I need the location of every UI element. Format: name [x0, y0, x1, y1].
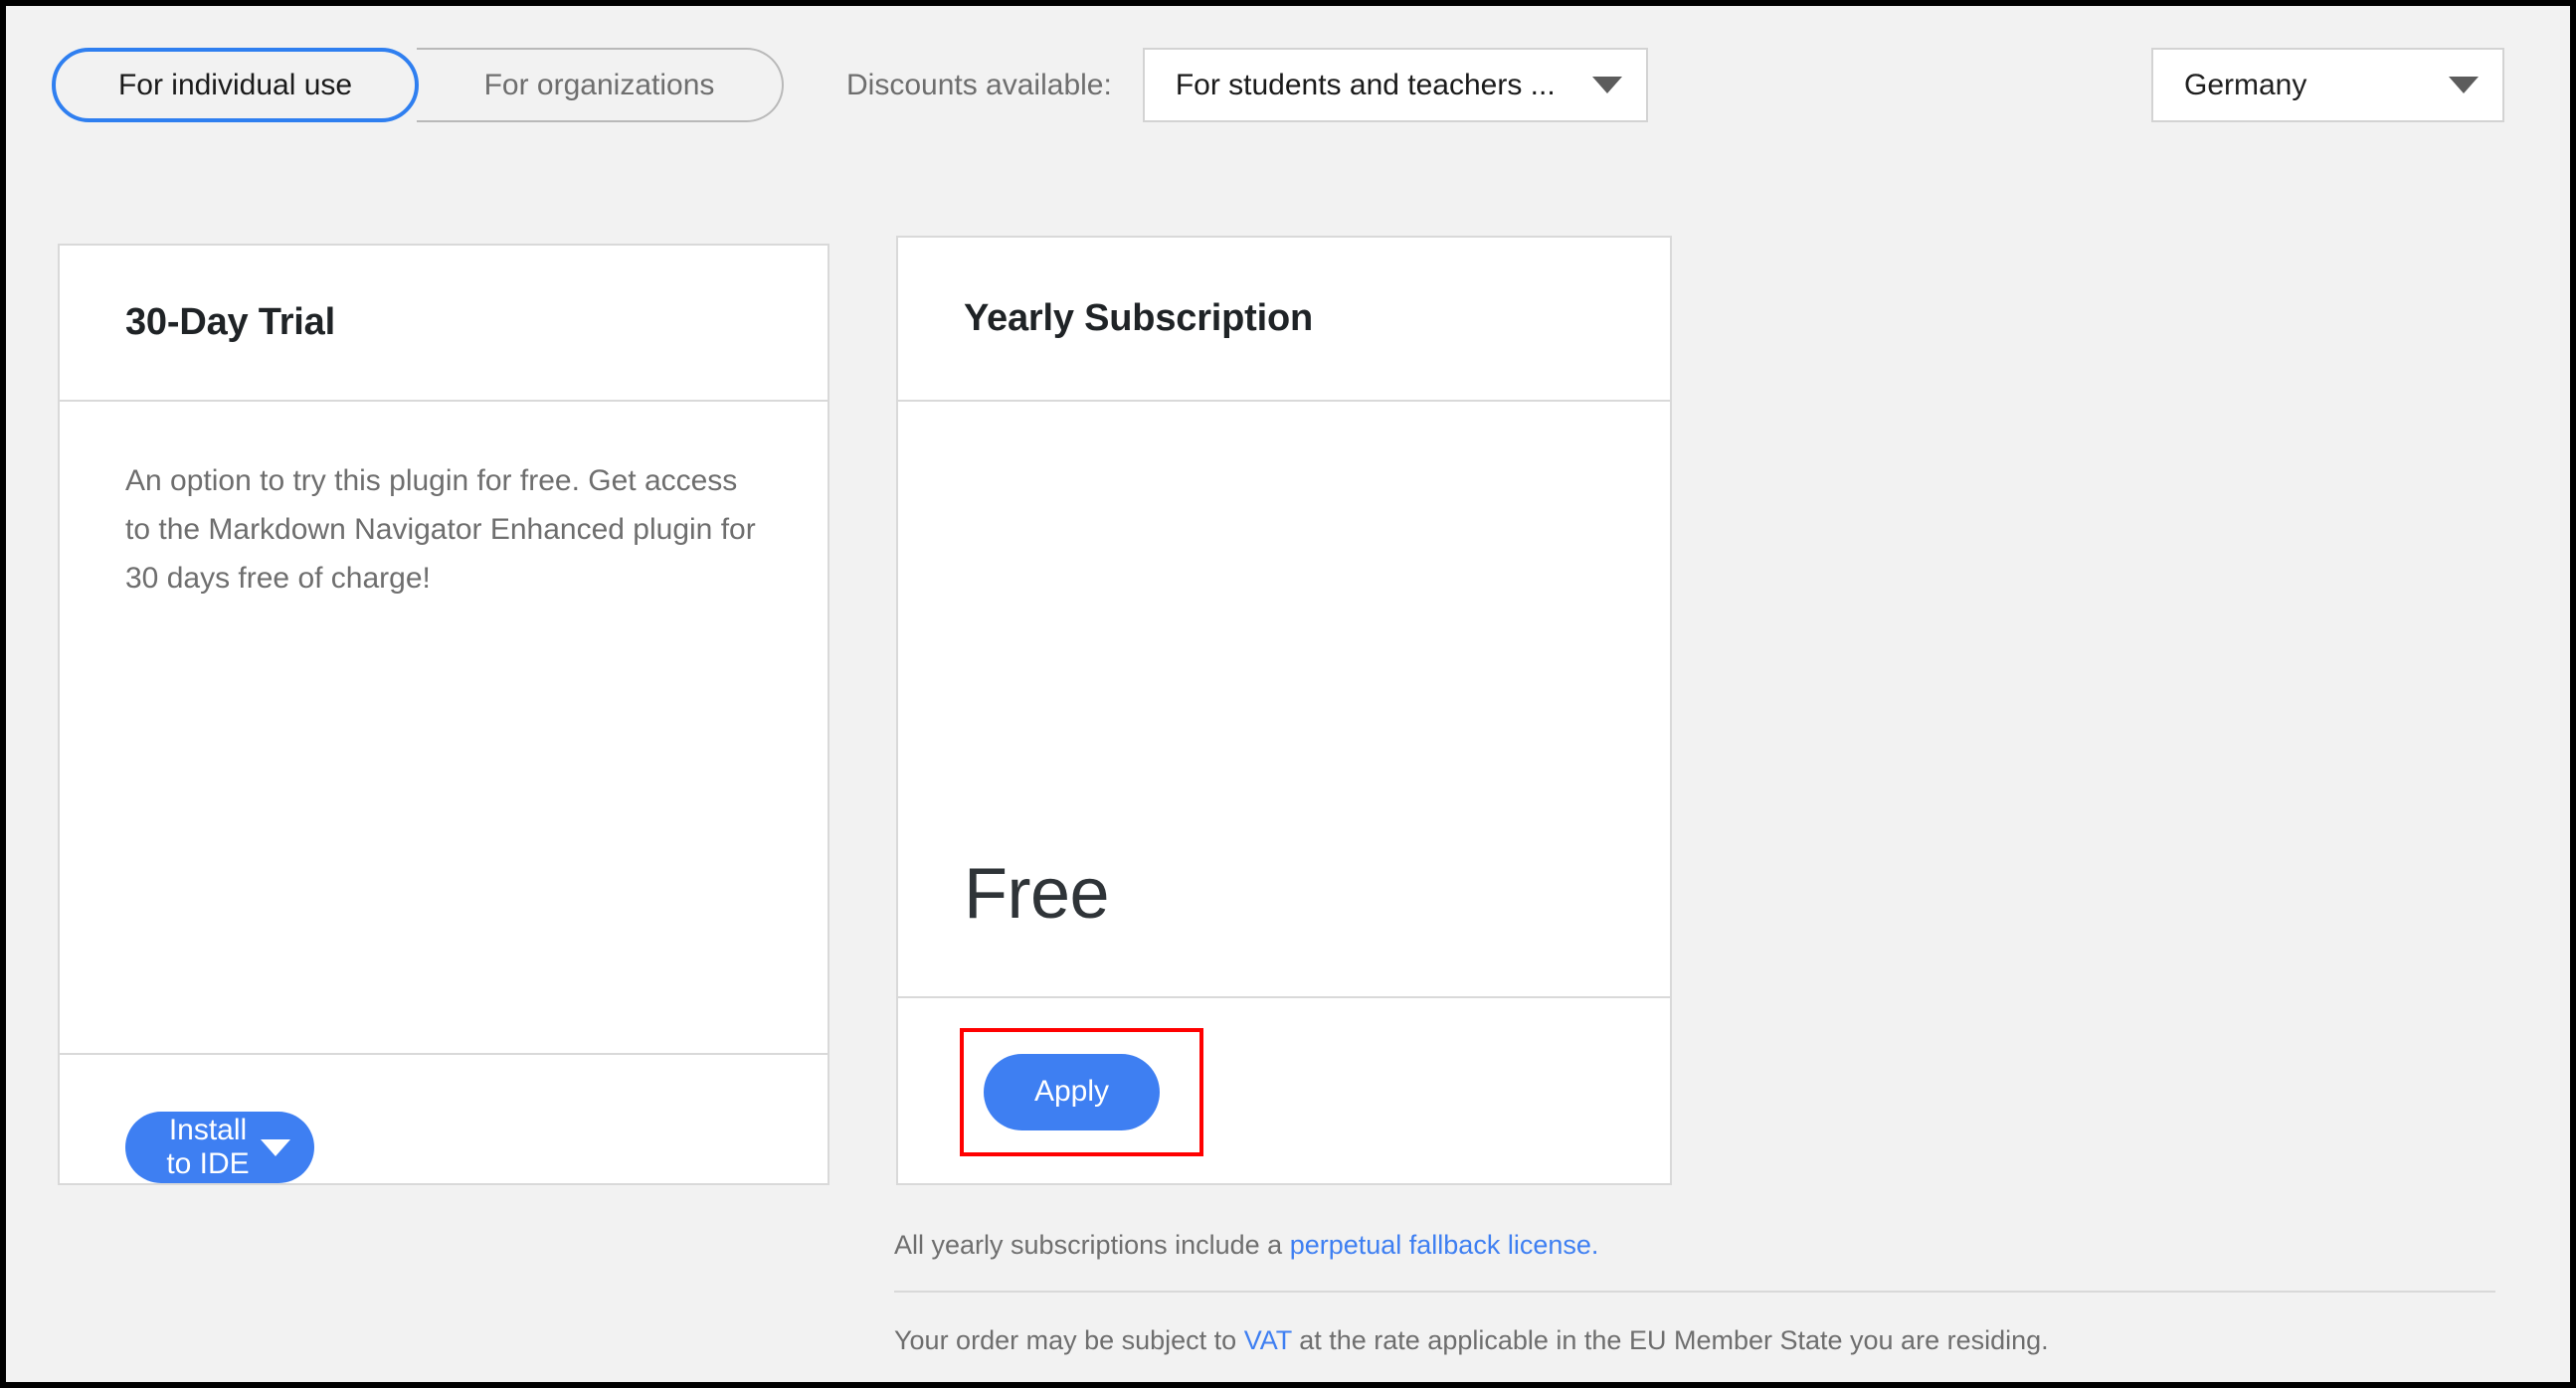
chevron-down-icon	[1591, 77, 1622, 93]
plan-description: An option to try this plugin for free. G…	[125, 464, 756, 595]
discount-select[interactable]: For students and teachers ...	[1142, 48, 1648, 122]
chevron-down-icon	[261, 1138, 290, 1156]
fallback-license-note: All yearly subscriptions include a perpe…	[894, 1225, 2495, 1265]
footer-divider	[894, 1291, 2495, 1293]
vat-note: Your order may be subject to VAT at the …	[894, 1320, 2495, 1360]
audience-tab-organizations[interactable]: For organizations	[417, 48, 784, 122]
country-select[interactable]: Germany	[2151, 48, 2504, 122]
plan-card-body: An option to try this plugin for free. G…	[60, 456, 828, 1053]
fallback-license-prefix: All yearly subscriptions include a	[894, 1230, 1290, 1260]
plan-card-footer: Install to IDE	[60, 1053, 828, 1240]
plan-card-header: Yearly Subscription	[898, 238, 1670, 402]
apply-button-label: Apply	[1033, 1075, 1110, 1108]
vat-note-prefix: Your order may be subject to	[894, 1325, 1244, 1355]
audience-tab-individual[interactable]: For individual use	[52, 48, 419, 122]
plan-title: Yearly Subscription	[964, 297, 1313, 339]
discounts-group: Discounts available: For students and te…	[846, 48, 1648, 122]
country-select-value: Germany	[2184, 68, 2307, 101]
perpetual-fallback-license-link[interactable]: perpetual fallback license.	[1290, 1230, 1599, 1260]
apply-button-highlight: Apply	[960, 1027, 1203, 1156]
vat-link[interactable]: VAT	[1244, 1325, 1292, 1355]
plan-card-body: Free	[898, 402, 1670, 996]
plan-title: 30-Day Trial	[125, 301, 335, 343]
plan-card-header: 30-Day Trial	[60, 246, 828, 402]
plan-card-footer: Apply	[898, 996, 1670, 1185]
chevron-down-icon	[2449, 77, 2479, 93]
footer-notes: All yearly subscriptions include a perpe…	[894, 1225, 2495, 1360]
plan-card-trial: 30-Day Trial An option to try this plugi…	[58, 244, 829, 1185]
pricing-page: For individual use For organizations Dis…	[0, 0, 2576, 1388]
vat-note-suffix: at the rate applicable in the EU Member …	[1291, 1325, 2049, 1355]
install-to-ide-label: Install to IDE	[166, 1114, 250, 1180]
audience-segmented-control[interactable]: For individual use For organizations	[52, 48, 784, 122]
plan-price: Free	[964, 854, 1110, 934]
discount-select-value: For students and teachers ...	[1175, 68, 1556, 101]
discounts-label: Discounts available:	[846, 68, 1112, 101]
apply-button[interactable]: Apply	[984, 1053, 1160, 1130]
install-to-ide-button[interactable]: Install to IDE	[125, 1112, 314, 1183]
toolbar: For individual use For organizations Dis…	[6, 6, 2570, 155]
plan-card-yearly: Yearly Subscription Free Apply	[896, 236, 1672, 1185]
